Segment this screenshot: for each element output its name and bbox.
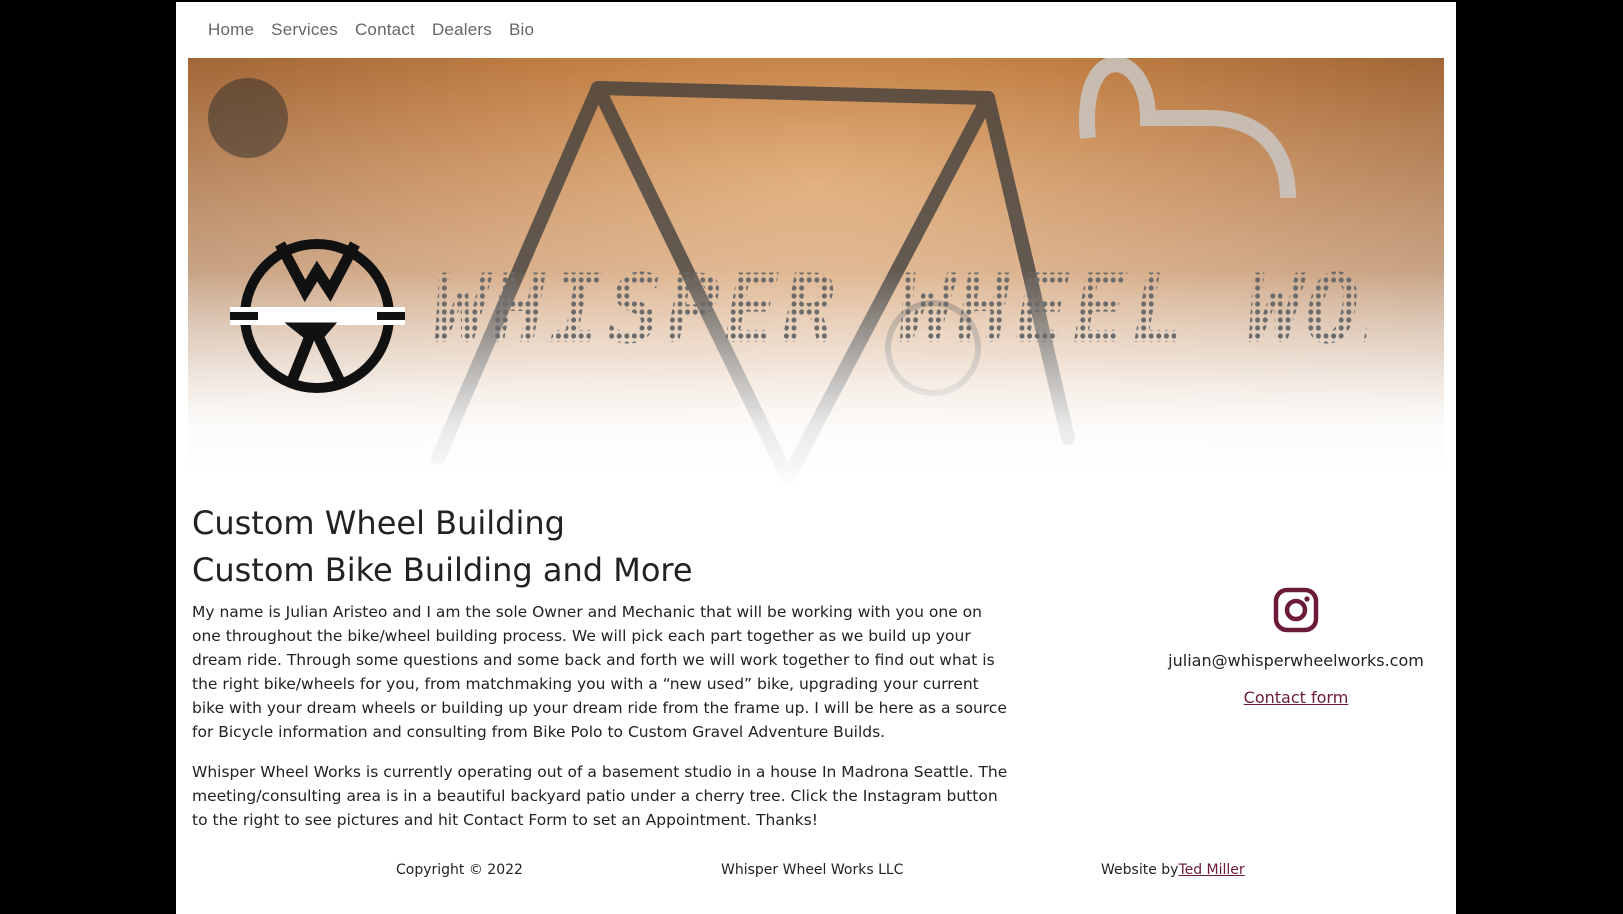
heading-wheel-building: Custom Wheel Building [192, 504, 565, 542]
intro-paragraph: My name is Julian Aristeo and I am the s… [192, 603, 1007, 741]
nav-services[interactable]: Services [271, 20, 338, 40]
footer-credit: Website byTed Miller [1101, 862, 1245, 878]
top-nav: Home Services Contact Dealers Bio [208, 20, 551, 40]
nav-dealers[interactable]: Dealers [432, 20, 492, 40]
page-container: Home Services Contact Dealers Bio WHISPE… [176, 2, 1456, 914]
footer-company: Whisper Wheel Works LLC [721, 862, 904, 878]
heading-bike-building: Custom Bike Building and More [192, 551, 693, 589]
contact-form-link[interactable]: Contact form [1244, 688, 1349, 707]
footer-credit-prefix: Website by [1101, 862, 1179, 878]
wordmark: WHISPER WHEEL WORKS [433, 255, 1444, 365]
contact-sidebar: julian@whisperwheelworks.com Contact for… [1056, 587, 1536, 707]
footer-copyright: Copyright © 2022 [396, 862, 523, 878]
location-paragraph: Whisper Wheel Works is currently operati… [192, 763, 1008, 829]
hero-banner: WHISPER WHEEL WORKS [188, 58, 1444, 490]
nav-home[interactable]: Home [208, 20, 254, 40]
contact-email: julian@whisperwheelworks.com [1168, 651, 1424, 670]
wordmark-text: WHISPER WHEEL WORKS [433, 255, 1444, 365]
instagram-icon[interactable] [1273, 587, 1319, 633]
ww-bolt-logo-icon [230, 239, 405, 393]
footer-credit-link[interactable]: Ted Miller [1178, 862, 1244, 878]
nav-bio[interactable]: Bio [509, 20, 534, 40]
nav-contact[interactable]: Contact [355, 20, 415, 40]
